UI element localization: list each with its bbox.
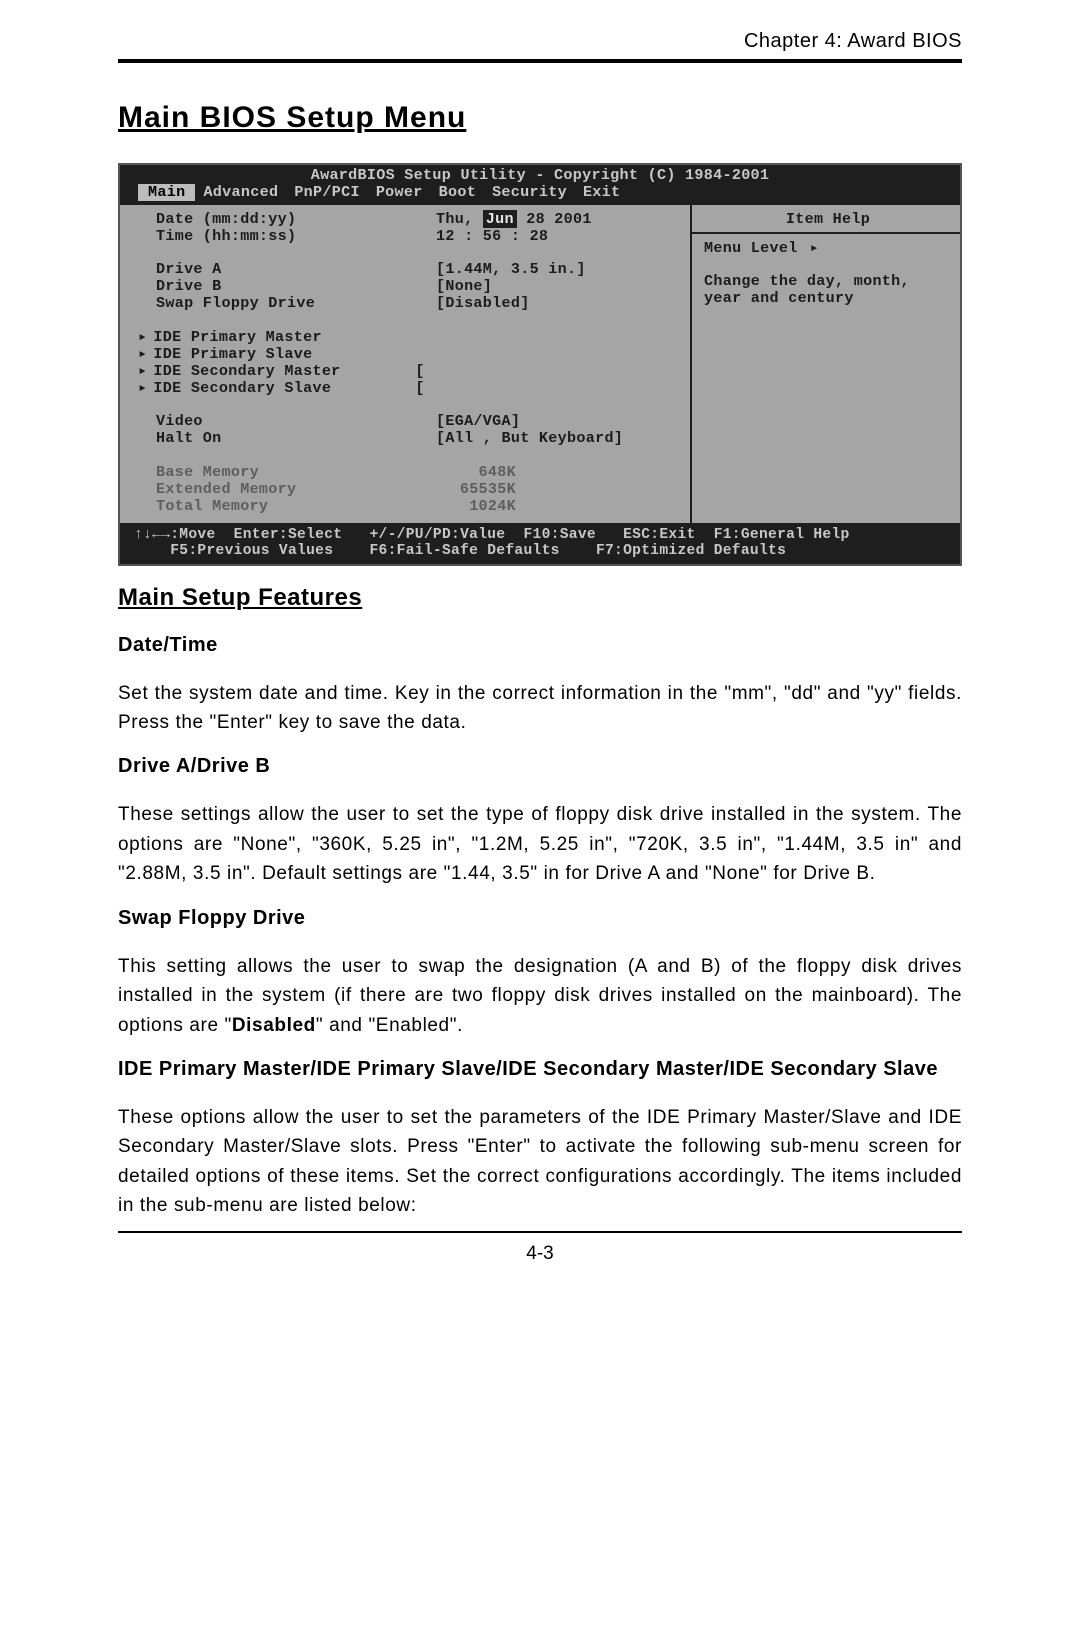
bios-extmem-label: Extended Memory [156, 481, 436, 498]
subhead-date-time: Date/Time [118, 634, 962, 657]
triangle-icon [138, 346, 153, 363]
bios-drivea-label: Drive A [156, 261, 436, 278]
triangle-icon [138, 329, 153, 346]
bios-totalmem-value: 1024K [436, 498, 516, 515]
bios-tab-advanced: Advanced [195, 184, 286, 201]
bios-video-value: [EGA/VGA] [436, 413, 684, 430]
bios-time-value: 12 : 56 : 28 [436, 228, 684, 245]
subhead-drive-ab: Drive A/Drive B [118, 755, 962, 778]
section-main-setup-features: Main Setup Features [118, 584, 962, 612]
bios-swap-value: [Disabled] [436, 295, 684, 312]
para-drive-ab: These settings allow the user to set the… [118, 800, 962, 888]
triangle-icon [138, 363, 153, 380]
bios-basemem-value: 648K [436, 464, 516, 481]
bios-driveb-value: [None] [436, 278, 684, 295]
bios-halt-value: [All , But Keyboard] [436, 430, 684, 447]
bios-drivea-value: [1.44M, 3.5 in.] [436, 261, 684, 278]
bios-tab-security: Security [484, 184, 575, 201]
chapter-header: Chapter 4: Award BIOS [118, 30, 962, 53]
bios-date-value: Thu, Jun 28 2001 [436, 211, 684, 228]
page-number: 4-3 [118, 1243, 962, 1265]
bios-help-desc1: Change the day, month, [704, 273, 952, 290]
bios-tab-exit: Exit [575, 184, 628, 201]
footer-rule [118, 1231, 962, 1233]
bios-extmem-value: 65535K [436, 481, 516, 498]
bios-ide-ss-val: [ [415, 380, 684, 397]
bios-basemem-label: Base Memory [156, 464, 436, 481]
subhead-ide: IDE Primary Master/IDE Primary Slave/IDE… [118, 1058, 962, 1081]
para-ide: These options allow the user to set the … [118, 1103, 962, 1221]
bios-footer: ↑↓←→:Move Enter:Select +/-/PU/PD:Value F… [120, 525, 960, 564]
page-title: Main BIOS Setup Menu [118, 101, 962, 135]
bios-time-label: Time (hh:mm:ss) [156, 228, 436, 245]
bios-tab-power: Power [368, 184, 431, 201]
bios-driveb-label: Drive B [156, 278, 436, 295]
bios-date-label: Date (mm:dd:yy) [156, 211, 436, 228]
bios-screenshot: AwardBIOS Setup Utility - Copyright (C) … [118, 163, 962, 566]
bios-ide-ps: IDE Primary Slave [153, 346, 312, 363]
bios-help-panel: Item Help Menu Level Change the day, mon… [690, 205, 960, 523]
bios-ide-pm: IDE Primary Master [153, 329, 321, 346]
para-date-time: Set the system date and time. Key in the… [118, 679, 962, 738]
bios-title: AwardBIOS Setup Utility - Copyright (C) … [120, 165, 960, 184]
bios-menubar: MainAdvancedPnP/PCIPowerBootSecurityExit [120, 184, 960, 203]
bios-tab-main: Main [138, 184, 195, 201]
bios-video-label: Video [156, 413, 436, 430]
bios-ide-sm: IDE Secondary Master [153, 363, 415, 380]
bios-tab-boot: Boot [431, 184, 484, 201]
header-rule [118, 59, 962, 63]
bios-help-title: Item Help [704, 211, 952, 228]
bios-ide-sm-val: [ [415, 363, 684, 380]
bios-left-panel: Date (mm:dd:yy) Thu, Jun 28 2001 Time (h… [120, 205, 690, 523]
bios-halt-label: Halt On [156, 430, 436, 447]
bios-menu-level: Menu Level [704, 240, 952, 257]
subhead-swap-floppy: Swap Floppy Drive [118, 907, 962, 930]
bios-totalmem-label: Total Memory [156, 498, 436, 515]
para-swap-floppy: This setting allows the user to swap the… [118, 952, 962, 1040]
bios-help-desc2: year and century [704, 290, 952, 307]
bios-swap-label: Swap Floppy Drive [156, 295, 436, 312]
bios-tab-pnp: PnP/PCI [286, 184, 368, 201]
bios-ide-ss: IDE Secondary Slave [153, 380, 415, 397]
triangle-icon [138, 380, 153, 397]
